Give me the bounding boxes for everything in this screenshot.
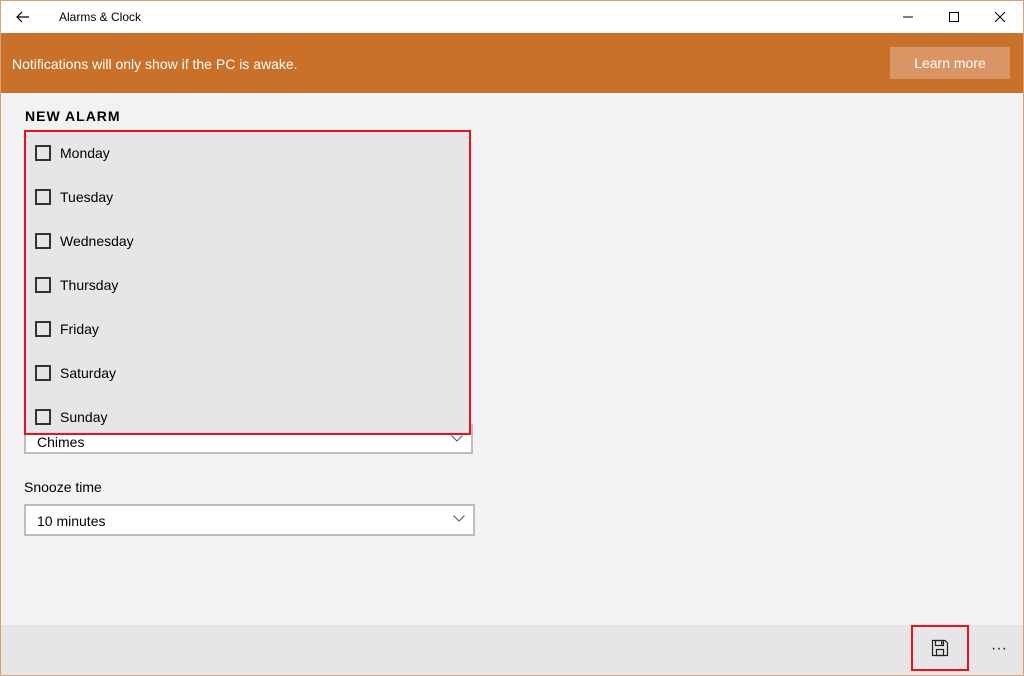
day-label: Wednesday <box>60 233 134 249</box>
banner-message: Notifications will only show if the PC i… <box>12 56 298 72</box>
save-button[interactable] <box>911 625 969 671</box>
title-bar: Alarms & Clock <box>1 1 1023 33</box>
repeat-days-list: Monday Tuesday Wednesday Thursday Friday… <box>24 130 471 435</box>
maximize-button[interactable] <box>931 1 977 33</box>
day-label: Thursday <box>60 277 119 293</box>
close-button[interactable] <box>977 1 1023 33</box>
section-title: NEW ALARM <box>25 108 121 124</box>
checkbox[interactable] <box>35 277 51 293</box>
more-options-button[interactable]: ··· <box>979 635 1019 663</box>
day-label: Friday <box>60 321 99 337</box>
day-item-friday[interactable]: Friday <box>35 317 99 341</box>
day-label: Saturday <box>60 365 117 381</box>
checkbox[interactable] <box>35 365 51 381</box>
checkbox[interactable] <box>35 409 51 425</box>
back-button[interactable] <box>9 5 37 29</box>
chevron-down-icon <box>453 515 465 522</box>
snooze-dropdown[interactable]: 10 minutes <box>24 504 475 536</box>
day-label: Monday <box>60 145 110 161</box>
checkbox[interactable] <box>35 145 51 161</box>
day-item-tuesday[interactable]: Tuesday <box>35 185 113 209</box>
app-window: Alarms & Clock Notifications will only s… <box>0 0 1024 676</box>
minimize-button[interactable] <box>885 1 931 33</box>
minimize-icon <box>903 16 913 18</box>
close-icon <box>995 12 1005 22</box>
day-label: Sunday <box>60 409 108 425</box>
day-item-saturday[interactable]: Saturday <box>35 361 116 385</box>
day-item-sunday[interactable]: Sunday <box>35 405 107 429</box>
day-item-thursday[interactable]: Thursday <box>35 273 118 297</box>
chevron-down-icon <box>451 435 463 442</box>
day-item-monday[interactable]: Monday <box>35 141 110 165</box>
back-arrow-icon <box>16 11 29 23</box>
snooze-label: Snooze time <box>24 479 102 495</box>
app-title: Alarms & Clock <box>59 10 142 24</box>
maximize-icon <box>949 12 959 22</box>
command-bar: ··· <box>1 625 1023 675</box>
learn-more-button[interactable]: Learn more <box>890 47 1010 79</box>
day-label: Tuesday <box>60 189 114 205</box>
checkbox[interactable] <box>35 189 51 205</box>
checkbox[interactable] <box>35 321 51 337</box>
sound-value: Chimes <box>37 434 85 450</box>
snooze-value: 10 minutes <box>37 513 106 529</box>
checkbox[interactable] <box>35 233 51 249</box>
day-item-wednesday[interactable]: Wednesday <box>35 229 134 253</box>
notification-banner: Notifications will only show if the PC i… <box>1 33 1023 93</box>
save-icon <box>931 639 949 657</box>
